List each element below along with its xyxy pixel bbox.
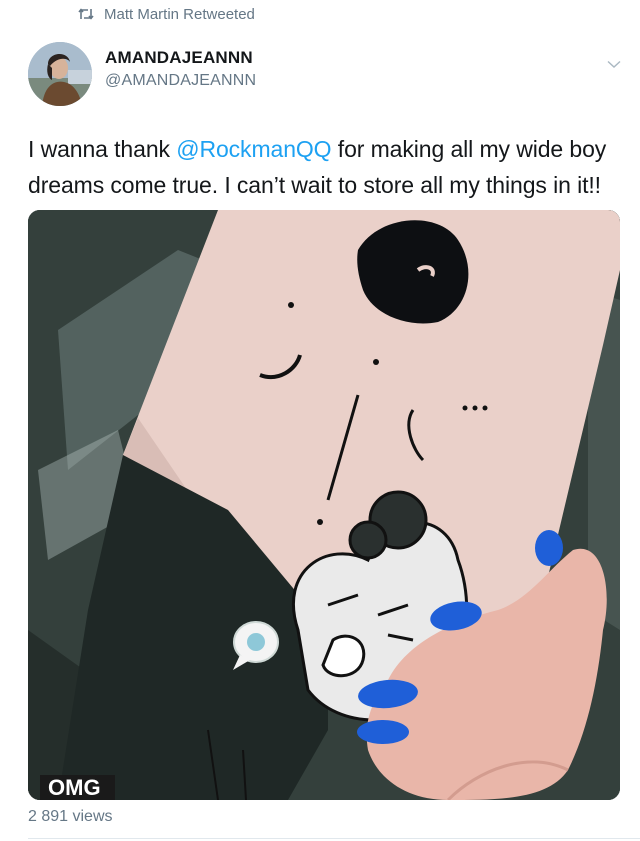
tweet-text-part: I wanna thank	[28, 136, 177, 162]
divider	[28, 838, 640, 839]
chevron-down-icon	[607, 60, 621, 68]
tweet-text: I wanna thank @RockmanQQ for making all …	[28, 131, 628, 203]
video-view-count: 2 891 views	[28, 808, 113, 825]
video-caption-overlay: OMG	[40, 775, 115, 800]
author-display-name[interactable]: AMANDAJEANNN	[105, 48, 253, 68]
tweet-menu-button[interactable]	[604, 54, 624, 74]
avatar[interactable]	[28, 42, 92, 106]
retweet-icon	[78, 7, 94, 21]
mention-link[interactable]: @RockmanQQ	[176, 136, 331, 162]
retweet-context[interactable]: Matt Martin Retweeted	[78, 4, 255, 24]
video-frame	[28, 210, 620, 800]
author-handle[interactable]: @AMANDAJEANNN	[105, 72, 256, 90]
retweet-context-label: Matt Martin Retweeted	[104, 5, 255, 23]
video-player[interactable]: OMG	[28, 210, 620, 800]
